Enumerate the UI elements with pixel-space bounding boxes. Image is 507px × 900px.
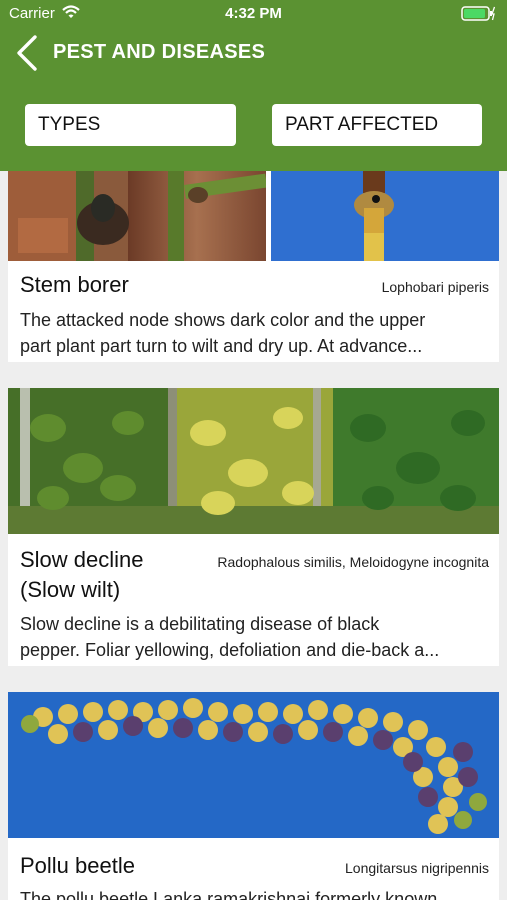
pest-description-line: Slow decline is a debilitating disease o… bbox=[20, 614, 380, 634]
part-affected-filter-button[interactable]: PART AFFECTED bbox=[272, 104, 482, 146]
pest-name: Slow decline bbox=[20, 547, 144, 572]
back-arrow-icon[interactable] bbox=[14, 34, 40, 72]
pest-card-slow-decline[interactable]: Slow decline (Slow wilt) Radophalous sim… bbox=[8, 388, 499, 666]
types-filter-button[interactable]: TYPES bbox=[25, 104, 236, 146]
pest-scientific-name: Longitarsus nigripennis bbox=[345, 860, 489, 876]
pest-scientific-name: Radophalous similis, Meloidogyne incogni… bbox=[217, 554, 489, 570]
pest-list[interactable]: Stem borer Lophobari piperis The attacke… bbox=[0, 171, 507, 900]
pest-description-line: pepper. Foliar yellowing, defoliation an… bbox=[20, 640, 440, 660]
pest-name: Pollu beetle bbox=[20, 853, 135, 878]
pest-description-line: The attacked node shows dark color and t… bbox=[20, 310, 426, 330]
pest-card-pollu-beetle[interactable]: Pollu beetle Longitarsus nigripennis The… bbox=[8, 692, 499, 900]
page-title: PEST AND DISEASES bbox=[53, 41, 266, 63]
pollu-beetle-image bbox=[8, 692, 499, 838]
pest-description-line: part plant part turn to wilt and dry up.… bbox=[20, 336, 423, 356]
pest-scientific-name: Lophobari piperis bbox=[381, 279, 489, 295]
nav-header: PEST AND DISEASES TYPES PART AFFECTED bbox=[0, 28, 507, 171]
pest-name: (Slow wilt) bbox=[20, 577, 121, 602]
clock: 4:32 PM bbox=[225, 5, 282, 22]
pest-card-stem-borer[interactable]: Stem borer Lophobari piperis The attacke… bbox=[8, 171, 499, 362]
status-bar: Carrier 4:32 PM bbox=[0, 0, 507, 28]
stem-borer-image bbox=[8, 171, 499, 261]
slow-decline-image bbox=[8, 388, 499, 534]
battery-icon bbox=[461, 6, 495, 21]
pest-description-line: The pollu beetle Lanka ramakrishnai form… bbox=[20, 889, 438, 900]
pest-name: Stem borer bbox=[20, 272, 129, 297]
